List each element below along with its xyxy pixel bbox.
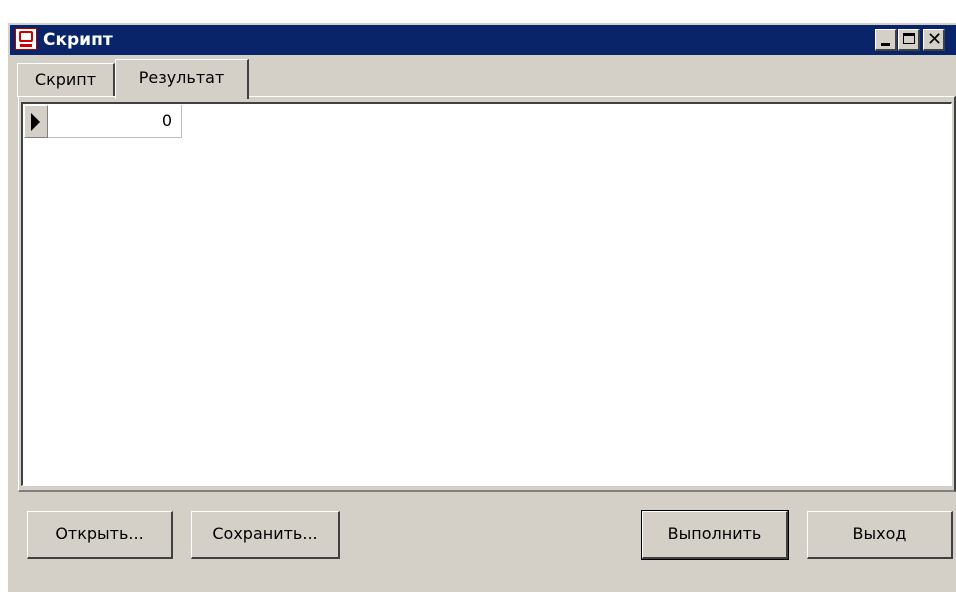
result-panel: 0 [18, 96, 956, 492]
minimize-icon [881, 43, 890, 46]
tab-script[interactable]: Скрипт [17, 63, 115, 97]
grid-cell[interactable]: 0 [48, 105, 182, 138]
save-button[interactable]: Сохранить... [191, 511, 340, 559]
minimize-button[interactable] [875, 29, 897, 51]
row-indicator[interactable] [24, 105, 48, 138]
close-button[interactable]: ✕ [923, 29, 945, 51]
open-button[interactable]: Открыть... [27, 511, 173, 559]
close-icon: ✕ [927, 29, 943, 50]
exit-button[interactable]: Выход [807, 511, 953, 559]
app-icon[interactable] [15, 28, 37, 50]
run-button[interactable]: Выполнить [641, 510, 789, 560]
monitor-base-shape [20, 44, 32, 47]
result-grid[interactable]: 0 [21, 102, 952, 486]
title-bar[interactable]: Скрипт ✕ [10, 25, 956, 55]
maximize-icon [903, 33, 915, 44]
monitor-screen-shape [19, 31, 33, 42]
tab-result[interactable]: Результат [115, 59, 249, 99]
current-row-arrow-icon [31, 113, 40, 131]
script-window: Скрипт ✕ Скрипт Результат 0 Открыть... С… [7, 22, 956, 592]
maximize-button[interactable] [898, 29, 920, 51]
window-title: Скрипт [43, 30, 113, 50]
